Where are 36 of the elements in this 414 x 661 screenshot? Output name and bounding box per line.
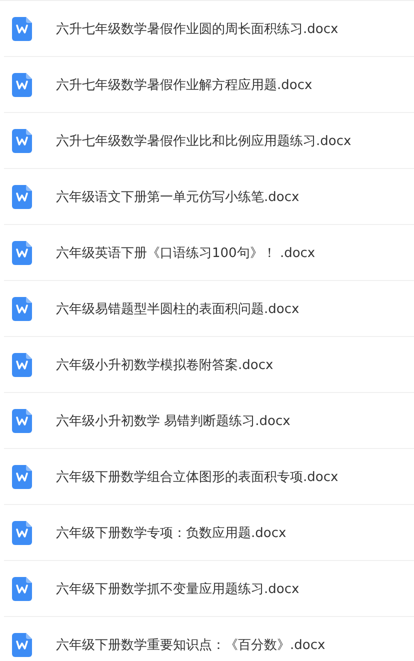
document-icon (12, 408, 32, 432)
document-icon (12, 240, 32, 264)
document-icon (12, 72, 32, 96)
document-icon (12, 128, 32, 152)
file-name: 六年级下册数学专项：负数应用题.docx (56, 524, 286, 542)
document-icon (12, 16, 32, 40)
file-row[interactable]: 六年级英语下册《口语练习100句》！ .docx (4, 225, 414, 281)
file-name: 六年级下册数学抓不变量应用题练习.docx (56, 580, 300, 598)
file-row[interactable]: 六升七年级数学暑假作业比和比例应用题练习.docx (4, 113, 414, 169)
file-name: 六年级小升初数学 易错判断题练习.docx (56, 412, 290, 430)
file-row[interactable]: 六年级下册数学专项：负数应用题.docx (4, 505, 414, 561)
file-name: 六年级英语下册《口语练习100句》！ .docx (56, 244, 316, 262)
file-row[interactable]: 六年级小升初数学模拟卷附答案.docx (4, 337, 414, 393)
file-row[interactable]: 六年级易错题型半圆柱的表面积问题.docx (4, 281, 414, 337)
document-icon (12, 520, 32, 544)
file-name: 六年级语文下册第一单元仿写小练笔.docx (56, 188, 300, 206)
file-name: 六升七年级数学暑假作业比和比例应用题练习.docx (56, 132, 352, 150)
file-row[interactable]: 六升七年级数学暑假作业圆的周长面积练习.docx (4, 1, 414, 57)
file-row[interactable]: 六升七年级数学暑假作业解方程应用题.docx (4, 57, 414, 113)
document-icon (12, 184, 32, 208)
file-row[interactable]: 六年级下册数学组合立体图形的表面积专项.docx (4, 449, 414, 505)
file-row[interactable]: 六年级语文下册第一单元仿写小练笔.docx (4, 169, 414, 225)
file-name: 六年级下册数学组合立体图形的表面积专项.docx (56, 468, 338, 486)
document-icon (12, 464, 32, 488)
file-name: 六年级下册数学重要知识点：《百分数》.docx (56, 636, 326, 654)
document-icon (12, 296, 32, 320)
file-row[interactable]: 六年级下册数学重要知识点：《百分数》.docx (4, 617, 414, 661)
file-name: 六升七年级数学暑假作业解方程应用题.docx (56, 76, 312, 94)
file-name: 六年级易错题型半圆柱的表面积问题.docx (56, 300, 300, 318)
document-icon (12, 352, 32, 376)
document-icon (12, 632, 32, 656)
file-name: 六升七年级数学暑假作业圆的周长面积练习.docx (56, 20, 338, 38)
file-row[interactable]: 六年级小升初数学 易错判断题练习.docx (4, 393, 414, 449)
file-name: 六年级小升初数学模拟卷附答案.docx (56, 356, 274, 374)
document-icon (12, 576, 32, 600)
file-row[interactable]: 六年级下册数学抓不变量应用题练习.docx (4, 561, 414, 617)
